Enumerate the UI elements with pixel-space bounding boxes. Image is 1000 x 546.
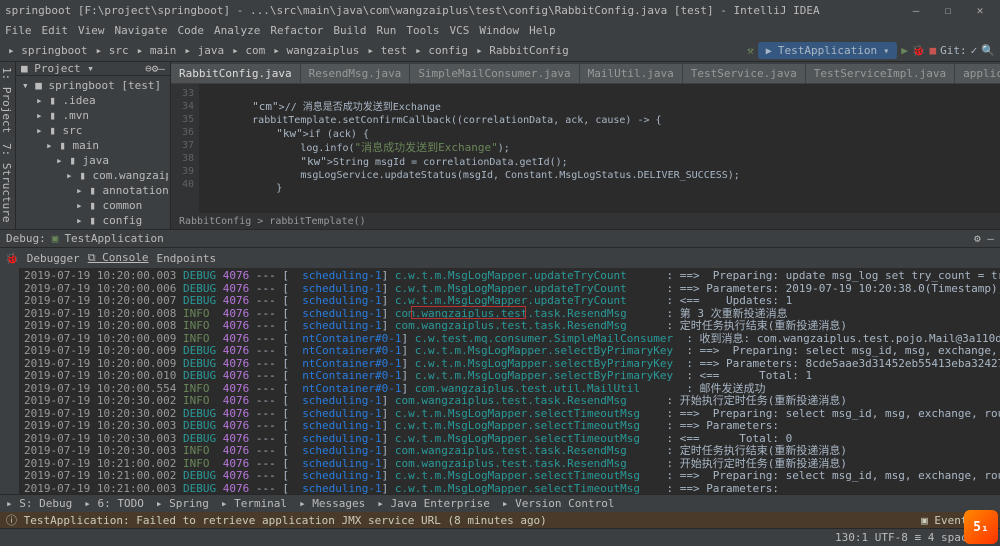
git-pull-icon[interactable]: ✓ xyxy=(971,44,978,57)
watermark-logo: 5₁ xyxy=(964,510,998,544)
minimize-button[interactable]: — xyxy=(901,2,931,18)
code-breadcrumbs[interactable]: RabbitConfig > rabbitTemplate() xyxy=(171,213,1000,229)
crumb[interactable]: ▸ src xyxy=(92,44,131,57)
editor-tab[interactable]: TestServiceImpl.java xyxy=(806,64,954,83)
menu-file[interactable]: File xyxy=(5,24,32,37)
crumb[interactable]: ▸ config xyxy=(412,44,471,57)
sidebar-header: ■ Project ▾ ⊖ ⚙ — xyxy=(16,62,170,76)
tree-item[interactable]: ▸ ▮ src xyxy=(18,123,168,138)
collapse-icon[interactable]: ⊖ xyxy=(145,62,152,75)
tree-item[interactable]: ▸ ▮ config xyxy=(18,213,168,228)
footer-tab[interactable]: ▸ Terminal xyxy=(221,497,287,510)
notification-bar[interactable]: ⓘ TestApplication: Failed to retrieve ap… xyxy=(0,512,1000,528)
menu-refactor[interactable]: Refactor xyxy=(270,24,323,37)
footer-tab[interactable]: ▸ Messages xyxy=(299,497,365,510)
project-sidebar: ■ Project ▾ ⊖ ⚙ — ▾ ■ springboot [test] … xyxy=(16,62,171,229)
menu-run[interactable]: Run xyxy=(376,24,396,37)
debug-panel: Debug: ▣ TestApplication⚙ — 🐞 Debugger⧉ … xyxy=(0,229,1000,494)
editor-tab[interactable]: SimpleMailConsumer.java xyxy=(410,64,578,83)
menu-edit[interactable]: Edit xyxy=(42,24,69,37)
editor-tab[interactable]: application.properties xyxy=(955,64,1000,83)
debug-title: Debug: xyxy=(6,232,46,245)
editor: RabbitConfig.javaResendMsg.javaSimpleMai… xyxy=(171,62,1000,229)
crumb[interactable]: ▸ main xyxy=(134,44,180,57)
search-icon[interactable]: 🔍 xyxy=(981,44,995,57)
tree-item[interactable]: ▸ ▮ java xyxy=(18,153,168,168)
title-bar: springboot [F:\project\springboot] - ...… xyxy=(0,0,1000,20)
menu-tools[interactable]: Tools xyxy=(406,24,439,37)
debug-app: TestApplication xyxy=(64,232,163,245)
editor-tab[interactable]: RabbitConfig.java xyxy=(171,64,300,83)
editor-tabs: RabbitConfig.javaResendMsg.javaSimpleMai… xyxy=(171,62,1000,84)
debug-tabs: 🐞 Debugger ⧉ Console Endpoints xyxy=(0,248,1000,268)
tree-root[interactable]: ▾ ■ springboot [test] F:\project\springb… xyxy=(18,78,168,93)
menu-navigate[interactable]: Navigate xyxy=(115,24,168,37)
editor-tab[interactable]: ResendMsg.java xyxy=(301,64,410,83)
line-numbers: 33 34 35 36 37 38 39 40 xyxy=(171,84,199,213)
debug-gutter[interactable] xyxy=(0,268,20,494)
project-tree[interactable]: ▾ ■ springboot [test] F:\project\springb… xyxy=(16,76,170,230)
menu-bar: File Edit View Navigate Code Analyze Refactor B… xyxy=(0,20,1000,40)
crumb[interactable]: ▸ springboot xyxy=(5,44,90,57)
tree-item[interactable]: ▸ ▮ .idea xyxy=(18,93,168,108)
tree-item[interactable]: ▸ ▮ common xyxy=(18,198,168,213)
menu-window[interactable]: Window xyxy=(479,24,519,37)
toolbar: ▸ springboot ▸ src ▸ main ▸ java ▸ com ▸… xyxy=(0,40,1000,62)
menu-build[interactable]: Build xyxy=(333,24,366,37)
crumb[interactable]: ▸ com xyxy=(229,44,268,57)
tree-item[interactable]: ▸ ▮ annotation xyxy=(18,183,168,198)
debug-tab-console[interactable]: ⧉ Console xyxy=(88,251,149,265)
tree-item[interactable]: ▸ ▮ com.wangzaiplus.test xyxy=(18,168,168,183)
run-icon[interactable]: ▶ xyxy=(901,44,908,57)
tree-item[interactable]: ▸ ▮ .mvn xyxy=(18,108,168,123)
crumb[interactable]: ▸ RabbitConfig xyxy=(473,44,572,57)
crumb[interactable]: ▸ test xyxy=(364,44,410,57)
debug-restart-icon[interactable]: 🐞 xyxy=(5,252,19,265)
debug-tab-debugger[interactable]: Debugger xyxy=(27,252,80,265)
crumb[interactable]: ▸ wangzaiplus xyxy=(270,44,362,57)
editor-tab[interactable]: TestService.java xyxy=(683,64,805,83)
footer-tab[interactable]: ▸ 6: TODO xyxy=(84,497,144,510)
code-area[interactable]: "cm">// 消息是否成功发送到Exchange rabbitTemplate… xyxy=(199,84,1000,213)
close-button[interactable]: ✕ xyxy=(965,2,995,18)
debug-tab-endpoints[interactable]: Endpoints xyxy=(157,252,217,265)
gear-icon[interactable]: ⚙ xyxy=(152,62,159,75)
build-icon[interactable]: ⚒ xyxy=(747,44,754,57)
maximize-button[interactable]: ☐ xyxy=(933,2,963,18)
project-dropdown[interactable]: ■ Project ▾ xyxy=(21,62,94,75)
menu-view[interactable]: View xyxy=(78,24,105,37)
log-line: 2019-07-19 10:21:00.003 DEBUG 4076 --- [… xyxy=(24,483,996,495)
footer-tab[interactable]: ▸ Spring xyxy=(156,497,209,510)
footer-tab[interactable]: ▸ Java Enterprise xyxy=(377,497,490,510)
breadcrumb[interactable]: ▸ springboot ▸ src ▸ main ▸ java ▸ com ▸… xyxy=(5,44,572,57)
hide-icon[interactable]: — xyxy=(158,62,165,75)
bottom-tool-tabs: ▸ S: Debug ▸ 6: TODO ▸ Spring ▸ Terminal ▸ M… xyxy=(0,494,1000,512)
menu-code[interactable]: Code xyxy=(177,24,204,37)
git-label: Git: xyxy=(940,44,967,57)
left-tool-strip[interactable]: 1: Project7: Structure xyxy=(0,62,16,229)
console-output[interactable]: 2019-07-19 10:20:00.003 DEBUG 4076 --- [… xyxy=(20,268,1000,494)
stop-icon[interactable]: ■ xyxy=(930,44,937,57)
footer-tab[interactable]: ▸ S: Debug xyxy=(6,497,72,510)
menu-vcs[interactable]: VCS xyxy=(449,24,469,37)
tree-item[interactable]: ▸ ▮ main xyxy=(18,138,168,153)
run-config-selector[interactable]: ▶ TestApplication ▾ xyxy=(758,42,897,59)
debug-icon[interactable]: 🐞 xyxy=(912,44,926,57)
menu-analyze[interactable]: Analyze xyxy=(214,24,260,37)
menu-help[interactable]: Help xyxy=(529,24,556,37)
status-bar: 130:1 UTF-8 ≡ 4 spaces ≡ xyxy=(0,528,1000,546)
footer-tab[interactable]: ▸ Version Control xyxy=(502,497,615,510)
crumb[interactable]: ▸ java xyxy=(181,44,227,57)
window-title: springboot [F:\project\springboot] - ...… xyxy=(5,4,820,17)
editor-tab[interactable]: MailUtil.java xyxy=(580,64,682,83)
panel-gear-icon[interactable]: ⚙ — xyxy=(974,232,994,245)
